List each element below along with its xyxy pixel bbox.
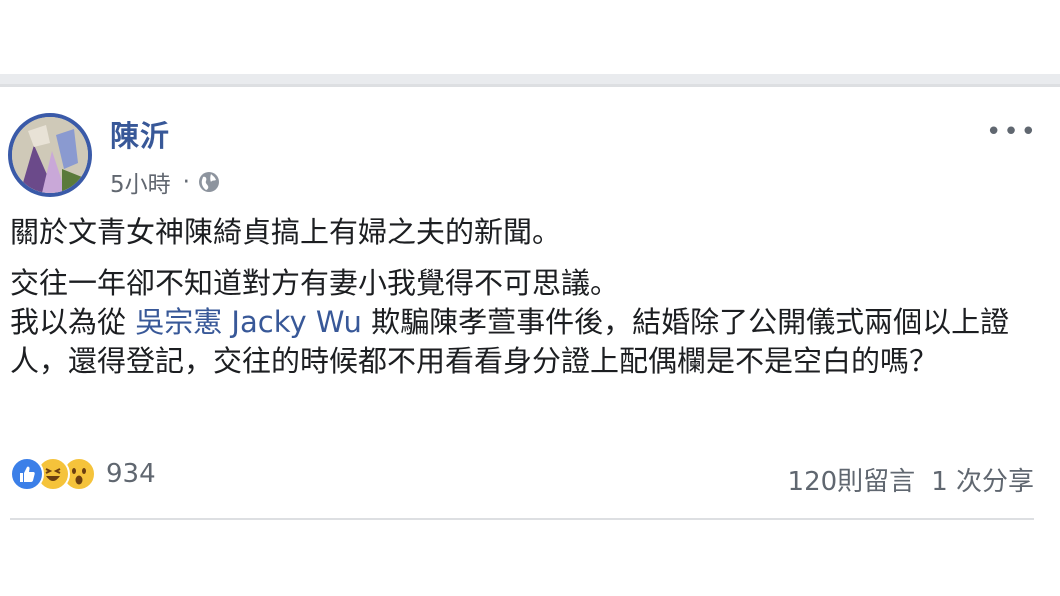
author-avatar[interactable]: [8, 113, 92, 197]
reactions-summary[interactable]: 934: [10, 457, 156, 491]
more-options-button[interactable]: •••: [986, 117, 1038, 147]
globe-icon[interactable]: [198, 171, 220, 193]
tagged-user-link[interactable]: 吳宗憲 Jacky Wu: [135, 305, 362, 339]
post-body: 關於文青女神陳綺貞搞上有婦之夫的新聞。 交往一年卻不知道對方有妻小我覺得不可思議…: [10, 213, 1040, 381]
post-meta: 5小時 ·: [110, 165, 220, 199]
feed-separator: [0, 74, 1060, 84]
comments-count-link[interactable]: 120則留言: [788, 461, 916, 498]
engagement-stats: 120則留言 1 次分享: [788, 461, 1034, 498]
post-paragraph-1: 關於文青女神陳綺貞搞上有婦之夫的新聞。: [10, 215, 562, 249]
reaction-count[interactable]: 934: [106, 459, 156, 489]
post-paragraph-2: 交往一年卻不知道對方有妻小我覺得不可思議。 我以為從 吳宗憲 Jacky Wu …: [10, 264, 1040, 381]
post-paragraph-2-line-1: 交往一年卻不知道對方有妻小我覺得不可思議。: [10, 266, 620, 300]
shares-count-link[interactable]: 1 次分享: [931, 461, 1034, 498]
post-card: 陳沂 5小時 · ••• 關於文青女神陳綺貞搞上有婦之夫的新聞。 交往一年卻不知…: [0, 87, 1060, 527]
post-timestamp[interactable]: 5小時: [110, 165, 171, 199]
like-icon: [10, 457, 44, 491]
post-text-before-tag: 我以為從: [10, 305, 136, 339]
post-divider: [10, 518, 1034, 520]
meta-separator: ·: [182, 169, 190, 195]
avatar-image: [12, 117, 88, 193]
author-name[interactable]: 陳沂: [110, 113, 170, 155]
